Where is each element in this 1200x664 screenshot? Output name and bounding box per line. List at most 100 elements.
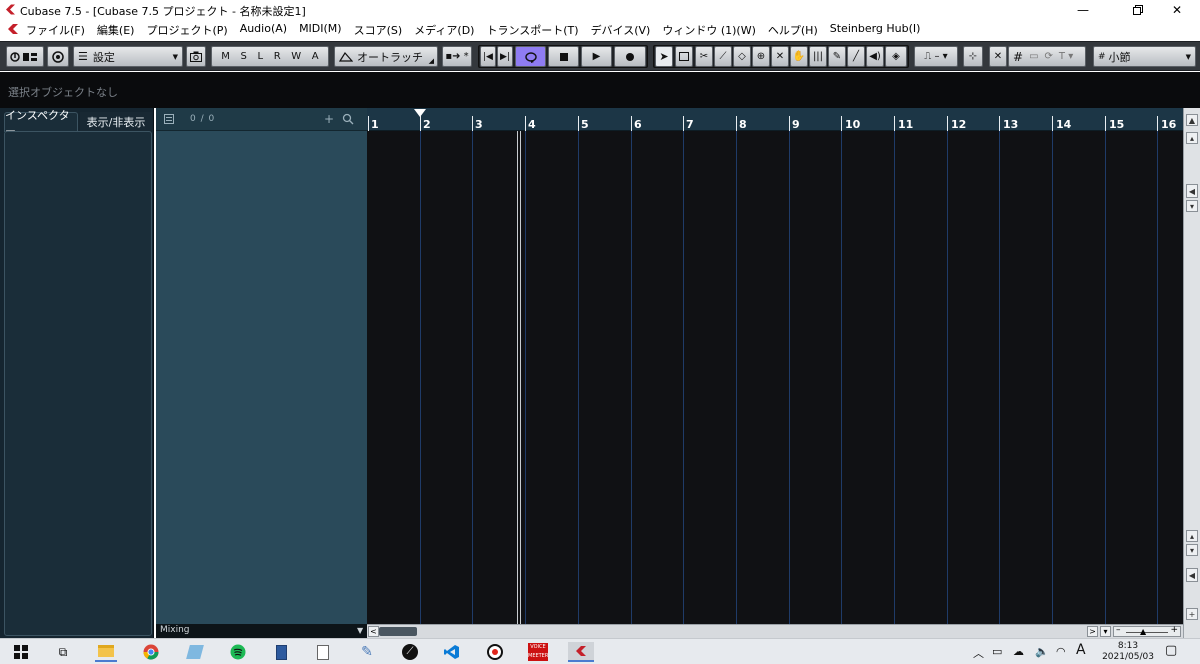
range-select-tool[interactable] <box>675 46 693 67</box>
scroll-down-button[interactable]: ▾ <box>1186 544 1198 556</box>
snap-text-icon[interactable]: T ▾ <box>1059 51 1073 62</box>
vertical-scrollbar[interactable]: ▲ ▴ ◀ ▾ ▴ ▾ ◀ + <box>1183 108 1200 638</box>
comp-tool[interactable]: ||| <box>809 46 827 67</box>
scroll-down-button[interactable]: ▾ <box>1186 200 1198 212</box>
project-cursor-marker[interactable] <box>414 109 426 117</box>
search-icon[interactable] <box>342 113 354 125</box>
preset-dropdown[interactable]: ☰ 設定 ▼ <box>73 46 183 67</box>
time-warp-tool[interactable]: ✋ <box>790 46 808 67</box>
event-display[interactable] <box>367 131 1183 624</box>
horizontal-zoom-slider[interactable]: – ▲ + <box>1113 625 1181 637</box>
color-tool[interactable]: ◈ <box>885 46 907 67</box>
calculator-icon[interactable] <box>270 642 292 662</box>
document-icon[interactable] <box>312 642 334 662</box>
track-list-footer[interactable]: Mixing ▼ <box>156 624 367 638</box>
volume-icon[interactable]: 🔈 <box>1035 645 1049 658</box>
camera-button[interactable] <box>186 46 206 67</box>
menu-edit[interactable]: 編集(E) <box>97 22 135 38</box>
go-to-start-button[interactable]: |◀ <box>480 46 496 67</box>
paint-icon[interactable]: ✎ <box>356 642 378 662</box>
menu-project[interactable]: プロジェクト(P) <box>146 22 227 38</box>
snap-zero-button[interactable]: ⊹ <box>963 46 983 67</box>
zoom-in-button[interactable]: + <box>1186 608 1198 620</box>
menu-window[interactable]: ウィンドウ (1)(W) <box>662 22 756 38</box>
mute-button[interactable]: M <box>221 51 230 62</box>
play-button[interactable]: ▶ <box>581 46 612 67</box>
solo-button[interactable]: S <box>241 51 247 62</box>
constrain-delay-button[interactable] <box>47 46 69 67</box>
read-button[interactable]: R <box>274 51 281 62</box>
nudge-palette[interactable]: ⎍ – ▾ <box>914 46 958 67</box>
erase-tool[interactable]: ◇ <box>733 46 751 67</box>
vscode-icon[interactable] <box>441 642 463 662</box>
notepad-icon[interactable] <box>184 642 206 662</box>
ruler[interactable]: 1 2 3 4 5 6 7 8 9 10 11 12 13 14 15 16 <box>367 108 1183 131</box>
menu-score[interactable]: スコア(S) <box>354 22 403 38</box>
snap-magnet-icon[interactable]: ⟳ <box>1045 51 1053 62</box>
scroll-up-small-button[interactable]: ▴ <box>1186 132 1198 144</box>
line-tool[interactable]: ╱ <box>847 46 865 67</box>
scroll-up-button[interactable]: ▲ <box>1186 114 1198 126</box>
mute-tool[interactable]: ✕ <box>771 46 789 67</box>
spotify-icon[interactable] <box>227 642 249 662</box>
scroll-right-button[interactable]: > <box>1087 626 1098 637</box>
auto-scroll-button[interactable]: ▪➜ * <box>442 46 472 67</box>
task-view-icon[interactable]: ⧉ <box>52 642 74 662</box>
cubase-menu-icon[interactable] <box>6 22 20 36</box>
menu-steinberg-hub[interactable]: Steinberg Hub(I) <box>830 22 921 38</box>
grid-icon[interactable]: # <box>1013 50 1023 64</box>
play-tool[interactable]: ◀) <box>866 46 884 67</box>
file-explorer-icon[interactable] <box>95 642 117 662</box>
close-button[interactable]: ✕ <box>1154 0 1200 19</box>
go-to-end-button[interactable]: ▶| <box>497 46 513 67</box>
scroll-up-button[interactable]: ▴ <box>1186 530 1198 542</box>
audition-button[interactable]: A <box>312 51 319 62</box>
list-icon[interactable] <box>164 114 174 124</box>
zoom-handle[interactable]: ◀ <box>1186 184 1198 198</box>
tray-chevron-up-icon[interactable]: ︿ <box>973 645 984 661</box>
wifi-icon[interactable]: ◠ <box>1056 645 1066 658</box>
automation-mode-dropdown[interactable]: オートラッチ ◢ <box>334 46 438 67</box>
menu-midi[interactable]: MIDI(M) <box>299 22 342 38</box>
listen-button[interactable]: L <box>258 51 264 62</box>
record-button[interactable] <box>614 46 646 67</box>
chrome-icon[interactable] <box>140 642 162 662</box>
voicemeeter-icon[interactable]: VOICE MEETER <box>527 642 549 662</box>
stop-button[interactable] <box>548 46 579 67</box>
draw-tool[interactable]: ✎ <box>828 46 846 67</box>
menu-audio[interactable]: Audio(A) <box>240 22 287 38</box>
notifications-icon[interactable]: ▢ <box>1165 643 1177 658</box>
write-button[interactable]: W <box>291 51 301 62</box>
cycle-button[interactable] <box>515 46 546 67</box>
cubase-icon[interactable] <box>568 642 594 662</box>
window-layout-button[interactable] <box>6 46 44 67</box>
glue-tool[interactable]: ⟋ <box>714 46 732 67</box>
menu-transport[interactable]: トランスポート(T) <box>486 22 578 38</box>
ime-indicator[interactable]: A <box>1076 642 1086 658</box>
grid-type-button[interactable]: ✕ <box>989 46 1007 67</box>
taskbar-clock[interactable]: 8:13 2021/05/03 <box>1100 641 1156 663</box>
snap-mode-dropdown[interactable]: # 小節 ▼ <box>1093 46 1196 67</box>
zoom-tool[interactable]: ⊕ <box>752 46 770 67</box>
split-tool[interactable]: ✂ <box>695 46 713 67</box>
minimize-button[interactable]: — <box>1060 0 1106 19</box>
menu-help[interactable]: ヘルプ(H) <box>768 22 818 38</box>
record-icon[interactable] <box>484 642 506 662</box>
battery-icon[interactable]: ▭ <box>992 645 1002 658</box>
scroll-left-button[interactable]: < <box>368 626 379 637</box>
snap-events-icon[interactable]: ▭ <box>1029 51 1038 62</box>
object-select-tool[interactable]: ➤ <box>655 46 673 67</box>
tab-visibility[interactable]: 表示/非表示 <box>80 112 152 132</box>
app-icon[interactable]: ⟋ <box>399 642 421 662</box>
menu-media[interactable]: メディア(D) <box>414 22 474 38</box>
vertical-zoom-slider[interactable]: ◀ <box>1186 568 1198 582</box>
zoom-menu-button[interactable]: ▾ <box>1100 626 1111 637</box>
tab-inspector[interactable]: インスペクター <box>4 109 78 138</box>
add-track-button[interactable]: + <box>324 112 334 126</box>
menu-file[interactable]: ファイル(F) <box>26 22 85 38</box>
windows-start-icon[interactable] <box>10 642 32 662</box>
horizontal-scrollbar[interactable]: < > ▾ – ▲ + <box>367 624 1183 638</box>
scroll-thumb[interactable] <box>379 627 417 636</box>
menu-devices[interactable]: デバイス(V) <box>591 22 651 38</box>
onedrive-icon[interactable]: ☁ <box>1013 645 1024 658</box>
